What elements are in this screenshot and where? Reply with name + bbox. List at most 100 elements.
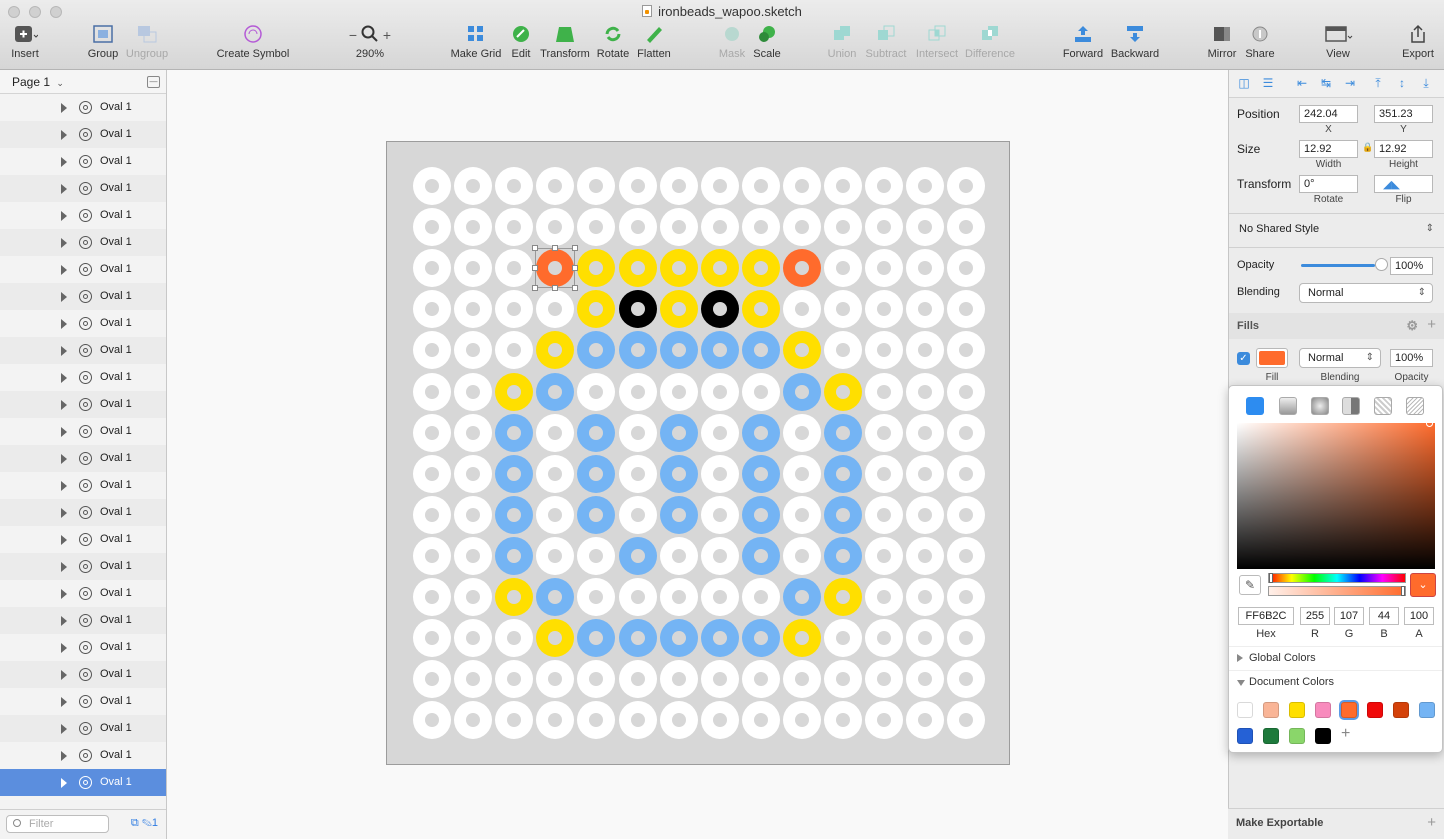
bead[interactable] (947, 249, 986, 288)
bead[interactable] (454, 331, 493, 370)
document-color-swatch[interactable] (1367, 702, 1383, 718)
bead[interactable] (700, 372, 739, 411)
solid-fill-icon[interactable] (1246, 397, 1264, 415)
bead[interactable] (906, 413, 945, 452)
bead[interactable] (824, 495, 862, 534)
bead[interactable] (824, 660, 862, 699)
bead[interactable] (454, 413, 493, 452)
bead[interactable] (495, 536, 534, 575)
disclosure-triangle-icon[interactable] (61, 184, 67, 194)
intersect-button[interactable]: Intersect (913, 24, 961, 60)
bead[interactable] (865, 495, 904, 534)
bead[interactable] (536, 413, 575, 452)
layer-row[interactable]: Oval 1 (0, 445, 166, 472)
bead[interactable] (947, 619, 986, 658)
layer-row[interactable]: Oval 1 (0, 94, 166, 121)
bead[interactable] (454, 454, 493, 493)
resize-handle[interactable] (572, 265, 579, 272)
bead[interactable] (454, 372, 493, 411)
view-button[interactable]: View (1318, 24, 1358, 60)
bead[interactable] (906, 701, 945, 740)
bead[interactable] (413, 249, 451, 288)
layer-row[interactable]: Oval 1 (0, 661, 166, 688)
bead[interactable] (618, 701, 657, 740)
mirror-button[interactable]: Mirror (1205, 24, 1239, 60)
bead[interactable] (741, 331, 780, 370)
bead[interactable] (700, 701, 739, 740)
document-color-swatch[interactable] (1263, 702, 1279, 718)
gear-icon[interactable]: ⚙ (1406, 318, 1418, 334)
align-center-icon[interactable]: ↹ (1319, 76, 1333, 90)
bead[interactable] (659, 536, 698, 575)
layer-row[interactable]: Oval 1 (0, 418, 166, 445)
bead[interactable] (536, 495, 575, 534)
bead[interactable] (906, 208, 945, 247)
bead[interactable] (700, 208, 739, 247)
bead[interactable] (659, 167, 698, 205)
bead[interactable] (577, 331, 616, 370)
add-fill-icon[interactable]: + (1427, 316, 1436, 333)
bead[interactable] (618, 249, 657, 288)
align-top-icon[interactable]: ⤒ (1371, 76, 1385, 90)
bead[interactable] (700, 413, 739, 452)
bead[interactable] (495, 290, 534, 329)
bead[interactable] (454, 619, 493, 658)
bead[interactable] (413, 660, 451, 699)
layer-row[interactable]: Oval 1 (0, 229, 166, 256)
rotate-button[interactable]: Rotate (596, 24, 630, 60)
disclosure-triangle-icon[interactable] (61, 238, 67, 248)
opacity-field[interactable]: 100% (1390, 257, 1433, 275)
bead[interactable] (700, 167, 739, 205)
bead[interactable] (618, 413, 657, 452)
bead[interactable] (536, 208, 575, 247)
bead[interactable] (947, 413, 986, 452)
subtract-button[interactable]: Subtract (862, 24, 910, 60)
layer-row[interactable]: Oval 1 (0, 364, 166, 391)
bead[interactable] (618, 495, 657, 534)
width-field[interactable]: 12.92 (1299, 140, 1358, 158)
align-right-icon[interactable]: ⇥ (1343, 76, 1357, 90)
noise-fill-icon[interactable] (1406, 397, 1424, 415)
disclosure-triangle-icon[interactable] (61, 319, 67, 329)
align-bottom-icon[interactable]: ⤓ (1419, 76, 1433, 90)
disclosure-triangle-icon[interactable] (61, 373, 67, 383)
layer-row[interactable]: Oval 1 (0, 526, 166, 553)
make-grid-button[interactable]: Make Grid (449, 24, 503, 60)
layer-row[interactable]: Oval 1 (0, 175, 166, 202)
bead[interactable] (700, 454, 739, 493)
bead[interactable] (659, 454, 698, 493)
bead[interactable] (495, 701, 534, 740)
export-button[interactable]: Export (1398, 24, 1438, 60)
distribute-vertical-icon[interactable]: ☰ (1261, 76, 1275, 90)
bead[interactable] (618, 536, 657, 575)
document-color-swatch[interactable] (1341, 702, 1357, 718)
disclosure-triangle-icon[interactable] (61, 481, 67, 491)
bead[interactable] (577, 290, 616, 329)
bead[interactable] (741, 701, 780, 740)
disclosure-triangle-icon[interactable] (61, 778, 67, 788)
bead[interactable] (782, 536, 821, 575)
disclosure-triangle-icon[interactable] (61, 427, 67, 437)
alpha-field[interactable]: 100 (1404, 607, 1434, 625)
bead[interactable] (454, 578, 493, 616)
ungroup-button[interactable]: Ungroup (124, 24, 170, 60)
disclosure-triangle-icon[interactable] (61, 157, 67, 167)
zoom-out-button[interactable]: − (349, 27, 357, 43)
bead[interactable] (947, 208, 986, 247)
disclosure-triangle-icon[interactable] (61, 454, 67, 464)
bead[interactable] (536, 454, 575, 493)
bead[interactable] (824, 331, 862, 370)
bead[interactable] (947, 701, 986, 740)
bead[interactable] (741, 454, 780, 493)
bead[interactable] (906, 536, 945, 575)
scale-button[interactable]: Scale (751, 24, 783, 60)
resize-handle[interactable] (572, 245, 579, 252)
bead[interactable] (454, 660, 493, 699)
bead[interactable] (741, 536, 780, 575)
bead[interactable] (824, 701, 862, 740)
bead[interactable] (700, 536, 739, 575)
angular-gradient-icon[interactable] (1342, 397, 1360, 415)
layer-row[interactable]: Oval 1 (0, 148, 166, 175)
align-left-icon[interactable]: ⇤ (1295, 76, 1309, 90)
bead[interactable] (906, 619, 945, 658)
